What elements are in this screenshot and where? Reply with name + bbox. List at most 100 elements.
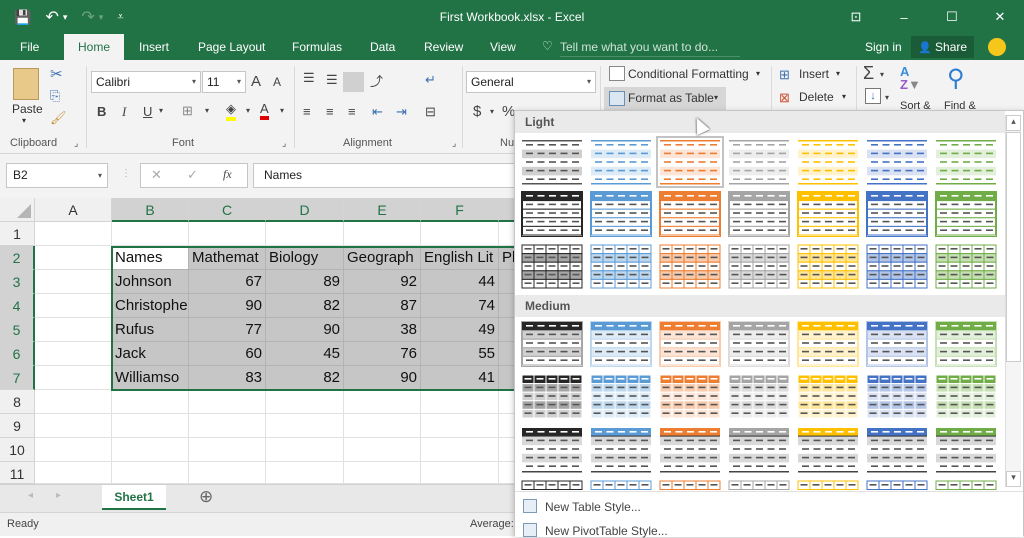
borders-icon[interactable]: ⊞ [182,103,193,119]
name-cell[interactable]: Williamso [112,366,189,390]
cell[interactable] [421,390,499,414]
cell[interactable] [112,390,189,414]
name-cell[interactable]: Jack [112,342,189,366]
row-header[interactable]: 7 [0,366,35,390]
fill-dropdown-icon[interactable]: ▾ [885,93,889,102]
align-top-icon[interactable]: ☰ [303,70,315,86]
score-cell[interactable]: 74 [421,294,499,318]
row-header[interactable]: 6 [0,342,35,366]
table-style-medGrid2-gold[interactable] [797,480,859,490]
number-format-select[interactable]: General ▾ [466,71,596,93]
table-style-medHeader-orange[interactable] [659,321,721,367]
table-style-medGrid-blue[interactable] [590,374,652,420]
cell[interactable] [421,438,499,462]
conditional-dropdown-icon[interactable]: ▾ [756,69,760,78]
score-cell[interactable]: 83 [189,366,266,390]
table-style-lightBanded-gray[interactable] [728,139,790,185]
cell[interactable] [35,366,112,390]
table-style-lightHeader-gold[interactable] [797,191,859,237]
row-header[interactable]: 8 [0,390,35,414]
scroll-up-icon[interactable]: ▴ [1006,115,1021,131]
scroll-thumb[interactable] [1006,132,1021,362]
sign-in-link[interactable]: Sign in [865,34,902,60]
table-style-lightBanded-orange[interactable] [659,139,721,185]
name-cell[interactable]: Christophe [112,294,189,318]
alignment-launcher-icon[interactable]: ⌟ [452,138,456,149]
column-header-e[interactable]: E [344,198,421,222]
cell[interactable] [266,390,344,414]
table-style-lightHeader-blue[interactable] [590,191,652,237]
cell[interactable] [189,390,266,414]
merge-center-icon[interactable]: ⊟ [425,104,436,120]
cell[interactable] [344,414,421,438]
table-style-lightHeader-orange[interactable] [659,191,721,237]
borders-dropdown-icon[interactable]: ▾ [205,106,209,115]
score-cell[interactable]: 45 [266,342,344,366]
table-style-lightHeader-black[interactable] [521,191,583,237]
table-style-lightGrid-blue[interactable] [590,244,652,290]
sort-filter-icon[interactable]: AZ▼ [900,65,921,91]
cell[interactable] [35,438,112,462]
paste-icon[interactable] [13,68,39,100]
row-header[interactable]: 11 [0,462,35,484]
fill-color-icon[interactable]: ◈ [226,101,236,121]
row-header[interactable]: 10 [0,438,35,462]
cell[interactable] [35,342,112,366]
insert-cells-button[interactable]: Insert [799,67,829,81]
orientation-icon[interactable]: ⤴ [370,71,383,90]
minimize-icon[interactable]: – [880,0,928,34]
cell[interactable] [344,222,421,246]
table-style-lightBanded-blue[interactable] [590,139,652,185]
name-cell[interactable]: Johnson [112,270,189,294]
score-cell[interactable]: 90 [189,294,266,318]
score-cell[interactable]: 77 [189,318,266,342]
tab-formulas[interactable]: Formulas [280,34,354,60]
score-cell[interactable]: 55 [421,342,499,366]
column-header-c[interactable]: C [189,198,266,222]
close-icon[interactable]: ✕ [976,0,1024,34]
grow-font-icon[interactable]: A [251,73,261,90]
ribbon-display-icon[interactable]: ⊡ [832,0,880,34]
align-right-icon[interactable]: ≡ [348,104,356,119]
autosum-icon[interactable]: Σ [863,63,874,84]
tab-data[interactable]: Data [358,34,407,60]
table-style-medHeader-navy[interactable] [866,321,928,367]
table-style-medHeader-blue[interactable] [590,321,652,367]
cancel-icon[interactable]: ✕ [151,167,162,183]
row-header[interactable]: 2 [0,246,35,270]
align-bottom-icon[interactable] [343,72,364,92]
cell[interactable] [421,222,499,246]
table-style-medBanded-black[interactable] [521,427,583,473]
enter-icon[interactable]: ✓ [187,167,198,183]
score-cell[interactable]: 41 [421,366,499,390]
cell[interactable] [344,462,421,484]
increase-indent-icon[interactable]: ⇥ [396,104,407,120]
table-style-lightBanded-gold[interactable] [797,139,859,185]
tell-me-input[interactable]: Tell me what you want to do... [560,37,740,57]
cell[interactable] [35,246,112,270]
underline-button[interactable]: U [143,104,152,119]
cell[interactable] [266,414,344,438]
row-header[interactable]: 9 [0,414,35,438]
table-style-medBanded-green[interactable] [935,427,997,473]
row-header[interactable]: 5 [0,318,35,342]
underline-dropdown-icon[interactable]: ▾ [159,106,163,115]
table-style-lightBanded-green[interactable] [935,139,997,185]
feedback-smiley-icon[interactable] [988,38,1006,56]
table-style-medBanded-navy[interactable] [866,427,928,473]
score-cell[interactable]: 87 [344,294,421,318]
cut-icon[interactable]: ✂ [50,65,63,83]
table-style-medGrid-gold[interactable] [797,374,859,420]
cell[interactable] [35,318,112,342]
table-style-medGrid2-gray[interactable] [728,480,790,490]
cell[interactable] [266,438,344,462]
cell[interactable] [112,462,189,484]
score-cell[interactable]: 44 [421,270,499,294]
table-style-medGrid-black[interactable] [521,374,583,420]
scroll-down-icon[interactable]: ▾ [1006,471,1021,487]
cell[interactable] [344,390,421,414]
score-cell[interactable]: 90 [266,318,344,342]
align-center-icon[interactable]: ≡ [326,104,334,119]
score-cell[interactable]: 38 [344,318,421,342]
cell[interactable] [35,270,112,294]
